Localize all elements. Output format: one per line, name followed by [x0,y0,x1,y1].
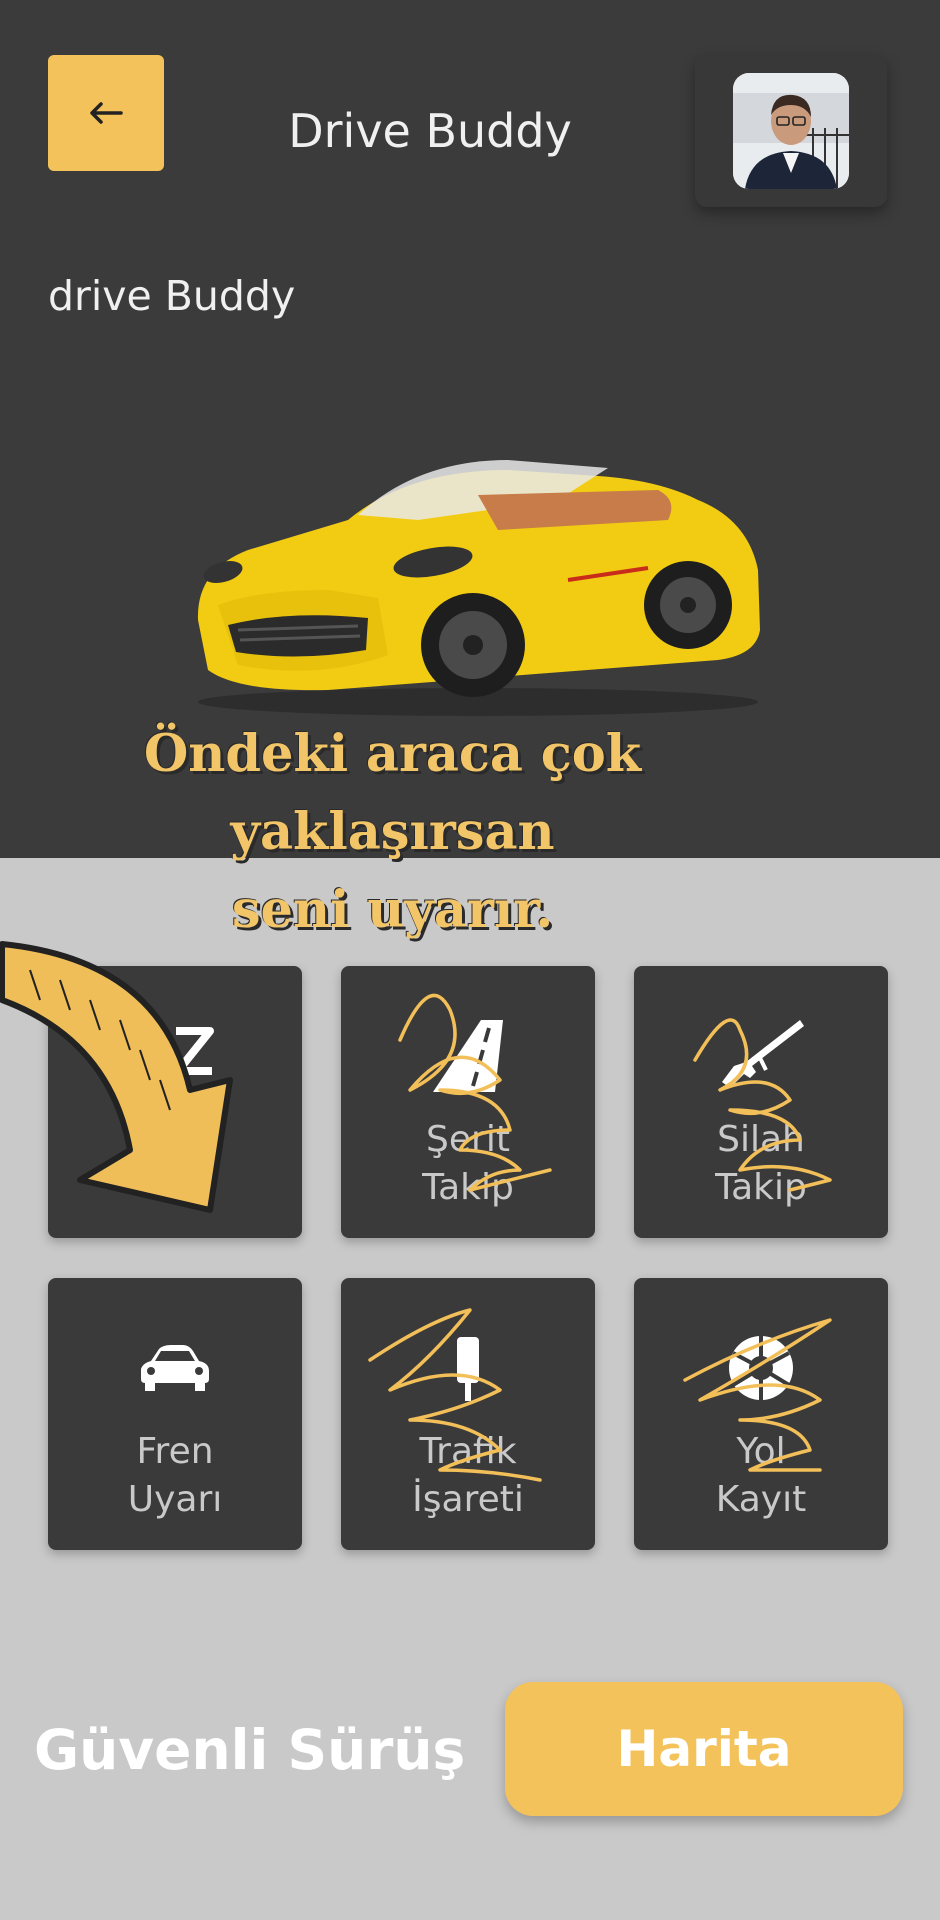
app-title: Drive Buddy [288,104,572,158]
banner-line-2: seni uyarır. [231,880,554,940]
feature-tile-weapon-tracking[interactable]: Silah Takip [634,966,888,1238]
feature-label-2: Kayıt [715,1479,807,1520]
feature-tile-sleep[interactable] [48,966,302,1238]
banner-line-1: Öndeki araca çok yaklaşırsan [143,724,642,862]
feature-label-1: Trafik [419,1431,517,1472]
sleep-zz-icon [48,1006,302,1106]
feature-label-2: Uyarı [127,1479,223,1520]
feature-label-1: Şerit [426,1119,510,1160]
feature-tile-road-recording[interactable]: Yol Kayıt [634,1278,888,1550]
feature-label-1: Silah [717,1119,805,1160]
avatar[interactable] [733,73,849,189]
feature-label-1: Fren [136,1431,214,1472]
road-icon [341,1006,595,1106]
car-icon [48,1318,302,1418]
rifle-icon [634,1006,888,1106]
arrow-left-icon [90,102,123,124]
feature-label-2: Takip [422,1167,514,1208]
feature-tile-lane-tracking[interactable]: Şerit Takip [341,966,595,1238]
feature-tile-traffic-sign[interactable]: Trafik İşareti [341,1278,595,1550]
safe-driving-title: Güvenli Sürüş [34,1718,466,1782]
feature-label-1: Yol [736,1431,786,1472]
camera-aperture-icon [634,1318,888,1418]
traffic-sign-icon [341,1318,595,1418]
back-button[interactable] [48,55,164,171]
feature-banner: Öndeki araca çok yaklaşırsan seni uyarır… [0,715,785,949]
map-button[interactable]: Harita [505,1682,903,1816]
feature-label-2: İşareti [412,1479,524,1520]
subtitle: drive Buddy [48,272,296,320]
feature-label-2: Takip [715,1167,807,1208]
profile-card[interactable] [695,55,887,207]
yellow-convertible-car-image [197,460,761,716]
feature-tile-brake-warning[interactable]: Fren Uyarı [48,1278,302,1550]
